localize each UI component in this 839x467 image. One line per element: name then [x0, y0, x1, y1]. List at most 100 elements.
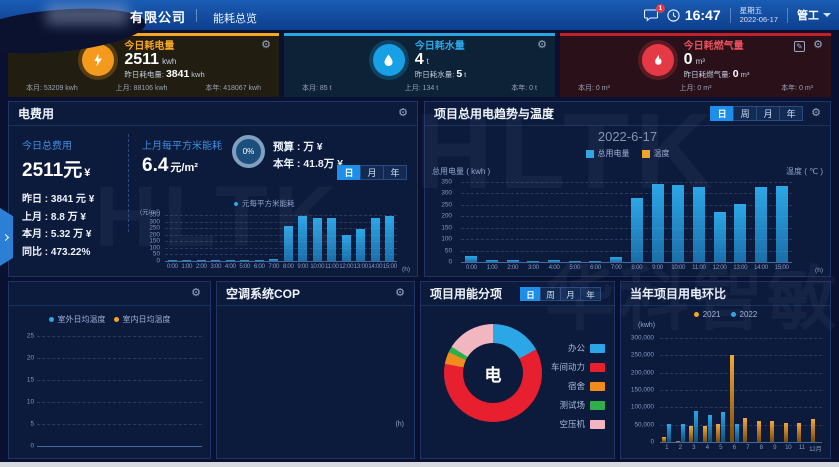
gear-icon[interactable]: ⚙: [395, 288, 405, 299]
tab-0[interactable]: 日: [337, 165, 361, 180]
gridline: [37, 336, 202, 337]
user-menu[interactable]: 管工: [797, 7, 831, 23]
legend-swatch: [586, 150, 594, 158]
y-axis: 050100150200250300350: [431, 182, 455, 262]
date: 2022-06-17: [740, 15, 778, 24]
gridline: [37, 424, 202, 425]
bar: [784, 423, 788, 442]
legend-item: 宿舍: [551, 380, 605, 392]
gear-icon[interactable]: ⚙: [398, 108, 408, 119]
legend-item: 2021: [694, 310, 721, 319]
edit-icon[interactable]: ✎: [794, 41, 805, 52]
panel-title: 项目总用电趋势与温度: [434, 105, 554, 122]
donut-legend: 办公车间动力宿舍测试场空压机: [551, 342, 605, 430]
x-tick: 3:00: [523, 264, 544, 274]
gridline: [660, 407, 822, 408]
x-tick: 6: [728, 444, 742, 454]
horizontal-scrollbar[interactable]: [0, 462, 839, 467]
kpi-unit: kwh: [162, 57, 176, 66]
gear-icon[interactable]: ⚙: [813, 40, 823, 51]
panel-title: 空调系统COP: [226, 285, 300, 302]
sidebar-expand-handle[interactable]: [0, 208, 13, 266]
x-axis: 0:001:002:003:004:005:006:007:008:009:00…: [165, 263, 397, 273]
x-tick: 13:00: [354, 263, 369, 273]
x-axis-label: (h): [395, 421, 404, 428]
x-tick: 5:00: [238, 263, 253, 273]
legend-swatch: [590, 344, 605, 353]
tab-0[interactable]: 日: [710, 106, 734, 121]
stat-this-month: 本月 : 5.32 万 ¥: [22, 226, 94, 244]
bar: [694, 411, 698, 442]
kpi-yesterday-value: 0: [733, 68, 739, 80]
temperature-chart: 0510152025: [13, 332, 206, 450]
tab-2[interactable]: 年: [383, 165, 407, 180]
nav-tab-energy-overview[interactable]: 能耗总览: [213, 10, 257, 26]
tab-1[interactable]: 月: [360, 165, 384, 180]
bar: [689, 426, 693, 442]
gridline: [660, 355, 822, 356]
panel-title: 当年项目用电环比: [630, 285, 726, 302]
budget-line: 预算 : 万 ¥: [273, 139, 343, 156]
date-block: 星期五 2022-06-17: [740, 6, 778, 24]
kpi-value: 4: [415, 51, 424, 68]
y-tick: 250,000: [631, 352, 654, 359]
tab-1[interactable]: 周: [733, 106, 757, 121]
x-tick: 9: [768, 444, 782, 454]
x-tick: 5: [714, 444, 728, 454]
kpi-yesterday-value: 3841: [166, 68, 189, 80]
water-drop-icon: [373, 44, 405, 76]
y-tick: 100,000: [631, 404, 654, 411]
flame-icon: [642, 44, 674, 76]
y-axis-label: (kwh): [638, 322, 655, 329]
sqm-block: 上月每平方米能耗 6.4元/m²: [142, 137, 222, 177]
gridline: [165, 228, 397, 229]
legend-item: 总用电量: [586, 148, 630, 159]
bar: [631, 198, 643, 262]
lightning-icon: [82, 44, 114, 76]
y-tick: 150: [441, 224, 452, 231]
temperature-panel: ⚙ 室外日均温度室内日均温度 0510152025: [8, 281, 211, 459]
gear-icon[interactable]: ⚙: [191, 288, 201, 299]
legend-swatch: [590, 363, 605, 372]
tab-3[interactable]: 年: [580, 287, 601, 301]
chart-legend: 室外日均温度室内日均温度: [9, 314, 210, 325]
kpi-row: ⚙ 今日耗电量 2511kwh 昨日耗电量:3841kwh 本月: 53209 …: [8, 33, 831, 97]
y-tick: 0: [448, 259, 452, 266]
chart-date: 2022-6-17: [425, 129, 830, 144]
legend-item: 测试场: [551, 399, 605, 411]
message-icon[interactable]: 1: [644, 9, 658, 22]
gear-icon[interactable]: ⚙: [537, 40, 547, 51]
gridline: [37, 402, 202, 403]
x-tick: 1: [660, 444, 674, 454]
tab-2[interactable]: 月: [560, 287, 581, 301]
period-tabs: 日周月年: [711, 106, 803, 121]
kpi-card-gas: ✎ ⚙ 今日耗燃气量 0m³ 昨日耗燃气量:0m³ 本月: 0 m³ 上月: 0…: [560, 33, 831, 97]
y-tick: 300: [441, 190, 452, 197]
gridline: [660, 373, 822, 374]
today-cost-unit: ¥: [84, 167, 90, 179]
kpi-yesterday-unit: kwh: [191, 70, 204, 79]
x-tick: 2: [674, 444, 688, 454]
tab-0[interactable]: 日: [520, 287, 541, 301]
gridline: [37, 446, 202, 447]
legend-item: 室内日均温度: [114, 314, 171, 325]
y-tick: 0: [30, 443, 34, 450]
tab-1[interactable]: 周: [540, 287, 561, 301]
x-tick: 0:00: [165, 263, 180, 273]
tab-3[interactable]: 年: [779, 106, 803, 121]
topbar: 有限公司 能耗总览 1 16:47 星期五 2022-06-17 管工: [0, 0, 839, 30]
tab-2[interactable]: 月: [756, 106, 780, 121]
gear-icon[interactable]: ⚙: [261, 40, 271, 51]
gridline: [660, 338, 822, 339]
gridline: [37, 380, 202, 381]
x-tick: 4:00: [223, 263, 238, 273]
x-tick: 11:00: [689, 264, 710, 274]
y-tick: 0: [650, 439, 654, 446]
notification-badge: 1: [656, 4, 665, 13]
legend-swatch: [642, 150, 650, 158]
kpi-month: 本月: 85 t: [302, 83, 332, 93]
x-tick: 15:00: [771, 264, 792, 274]
sqm-unit: 元/m²: [170, 162, 198, 174]
gear-icon[interactable]: ⚙: [811, 108, 821, 119]
panel-title: 电费用: [18, 105, 54, 122]
